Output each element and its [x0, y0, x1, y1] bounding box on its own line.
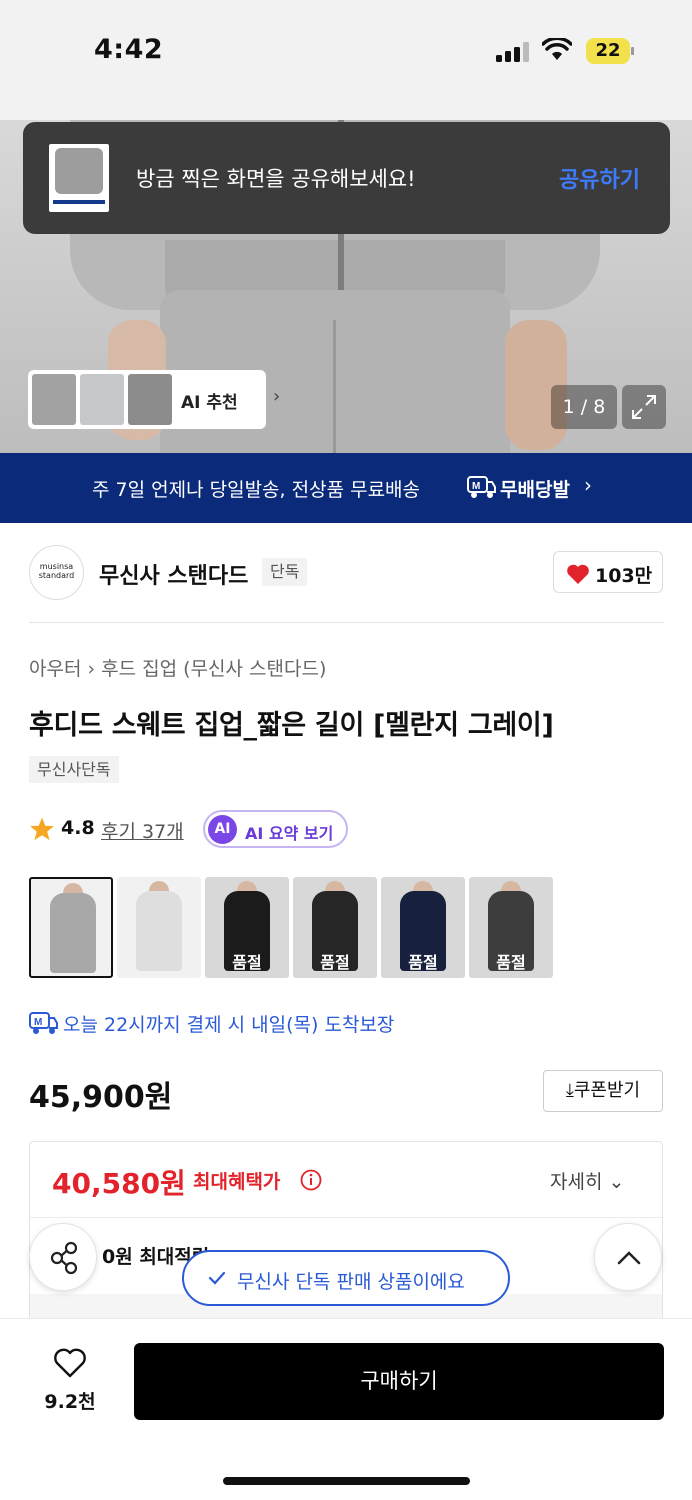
color-swatch[interactable]: 품절: [381, 877, 465, 978]
ai-thumb-1: [32, 374, 76, 425]
download-icon: ⤓: [565, 1080, 574, 1101]
home-indicator[interactable]: [223, 1477, 470, 1485]
star-icon: [30, 817, 54, 841]
color-swatch[interactable]: [117, 877, 201, 978]
brand-logo[interactable]: musinsa standard: [29, 545, 84, 600]
hero-pants-seam: [333, 320, 336, 453]
product-title: 후디드 스웨트 집업_짧은 길이 [멜란지 그레이]: [29, 710, 554, 741]
battery-icon: 22: [586, 38, 634, 64]
brand-logo-line2: standard: [38, 571, 75, 580]
chevron-down-icon: ⌄: [608, 1171, 625, 1193]
chevron-up-icon: [617, 1251, 641, 1265]
color-swatch[interactable]: 품절: [293, 877, 377, 978]
ai-summary-label: AI 요약 보기: [245, 824, 334, 843]
expand-icon: [632, 395, 656, 419]
exclusive-sale-toast: 무신사 단독 판매 상품이에요: [182, 1250, 510, 1306]
color-swatch[interactable]: [29, 877, 113, 978]
rating-value: 4.8: [61, 817, 95, 839]
status-bar: 4:42 22: [0, 0, 692, 120]
ai-recommend-chip[interactable]: AI 추천 ›: [28, 370, 280, 429]
delivery-guarantee: 오늘 22시까지 결제 시 내일(목) 도착보장: [63, 1014, 395, 1036]
color-options: 품절 품절 품절 품절: [29, 877, 559, 979]
ai-recommend-label: AI 추천: [181, 393, 238, 413]
brand-like-count: 103만: [595, 565, 653, 587]
battery-level: 22: [595, 40, 621, 61]
benefit-price: 40,580원: [52, 1167, 186, 1200]
color-swatch[interactable]: 품절: [469, 877, 553, 978]
benefit-detail-toggle[interactable]: 자세히 ⌄: [550, 1167, 624, 1194]
share-button[interactable]: [29, 1223, 97, 1291]
svg-text:M: M: [472, 481, 480, 492]
buy-button[interactable]: 구매하기: [134, 1343, 664, 1420]
image-counter: 1 / 8: [551, 385, 617, 429]
benefit-box: 40,580원 최대혜택가 자세히 ⌄ 0원 최대적립: [29, 1141, 663, 1342]
benefit-label: 최대혜택가: [193, 1171, 281, 1193]
brand-like-button[interactable]: 103만: [553, 551, 663, 593]
status-time: 4:42: [94, 34, 164, 65]
breadcrumb: 아우터 › 후드 집업 (무신사 스탠다드): [29, 654, 326, 681]
banner-text: 주 7일 언제나 당일발송, 전상품 무료배송: [92, 479, 421, 501]
ai-thumb-2: [80, 374, 124, 425]
ai-summary-button[interactable]: AI AI 요약 보기: [203, 810, 348, 848]
expand-fullscreen-button[interactable]: [622, 385, 666, 429]
chevron-right-icon: ›: [87, 658, 102, 680]
coupon-label: 쿠폰받기: [573, 1080, 641, 1101]
screenshot-share-toast: 방금 찍은 화면을 공유해보세요! 공유하기: [23, 122, 670, 234]
coupon-button[interactable]: ⤓쿠폰받기: [543, 1070, 663, 1112]
exclusive-sale-text: 무신사 단독 판매 상품이에요: [237, 1271, 465, 1293]
ai-badge-icon: AI: [208, 815, 237, 844]
share-action-button[interactable]: 공유하기: [559, 162, 640, 194]
scroll-to-top-button[interactable]: [594, 1223, 662, 1291]
color-swatch[interactable]: 품절: [205, 877, 289, 978]
banner-logo-text: 무배당발: [500, 479, 570, 501]
bottom-action-bar: 9.2천 구매하기: [0, 1318, 692, 1500]
divider: [29, 622, 664, 623]
heart-filled-icon: [567, 564, 589, 584]
exclusive-tag: 무신사단독: [29, 756, 119, 783]
breadcrumb-subcategory[interactable]: 후드 집업 (무신사 스탠다드): [101, 658, 326, 680]
check-icon: [208, 1271, 226, 1285]
sold-out-label: 품절: [232, 953, 262, 972]
toast-message: 방금 찍은 화면을 공유해보세요!: [136, 167, 416, 191]
info-icon[interactable]: [300, 1169, 322, 1191]
chevron-right-icon: ›: [584, 473, 592, 497]
benefit-detail-label: 자세히: [550, 1171, 603, 1193]
divider: [30, 1217, 662, 1218]
free-delivery-banner[interactable]: 주 7일 언제나 당일발송, 전상품 무료배송 M 무배당발 ›: [0, 453, 692, 523]
brand-logo-line1: musinsa: [39, 562, 74, 571]
share-icon: [50, 1241, 78, 1275]
screenshot-thumbnail[interactable]: [49, 144, 109, 212]
brand-name[interactable]: 무신사 스탠다드: [99, 558, 248, 590]
truck-m-icon: M: [467, 476, 496, 498]
ai-thumb-3: [128, 374, 172, 425]
wifi-icon: [542, 38, 572, 60]
sold-out-label: 품절: [320, 953, 350, 972]
sold-out-label: 품절: [496, 953, 526, 972]
wishlist-count: 9.2천: [44, 1391, 96, 1413]
product-price: 45,900원: [29, 1080, 173, 1115]
sold-out-label: 품절: [408, 953, 438, 972]
heart-outline-icon: [54, 1348, 86, 1378]
svg-text:M: M: [34, 1017, 42, 1028]
chevron-right-icon: ›: [273, 386, 281, 407]
breadcrumb-category[interactable]: 아우터: [29, 658, 81, 680]
cellular-signal-icon: [496, 42, 532, 62]
reviews-link[interactable]: 후기 37개: [101, 817, 184, 844]
brand-exclusive-badge: 단독: [262, 558, 308, 586]
truck-m-icon: M: [29, 1012, 58, 1034]
